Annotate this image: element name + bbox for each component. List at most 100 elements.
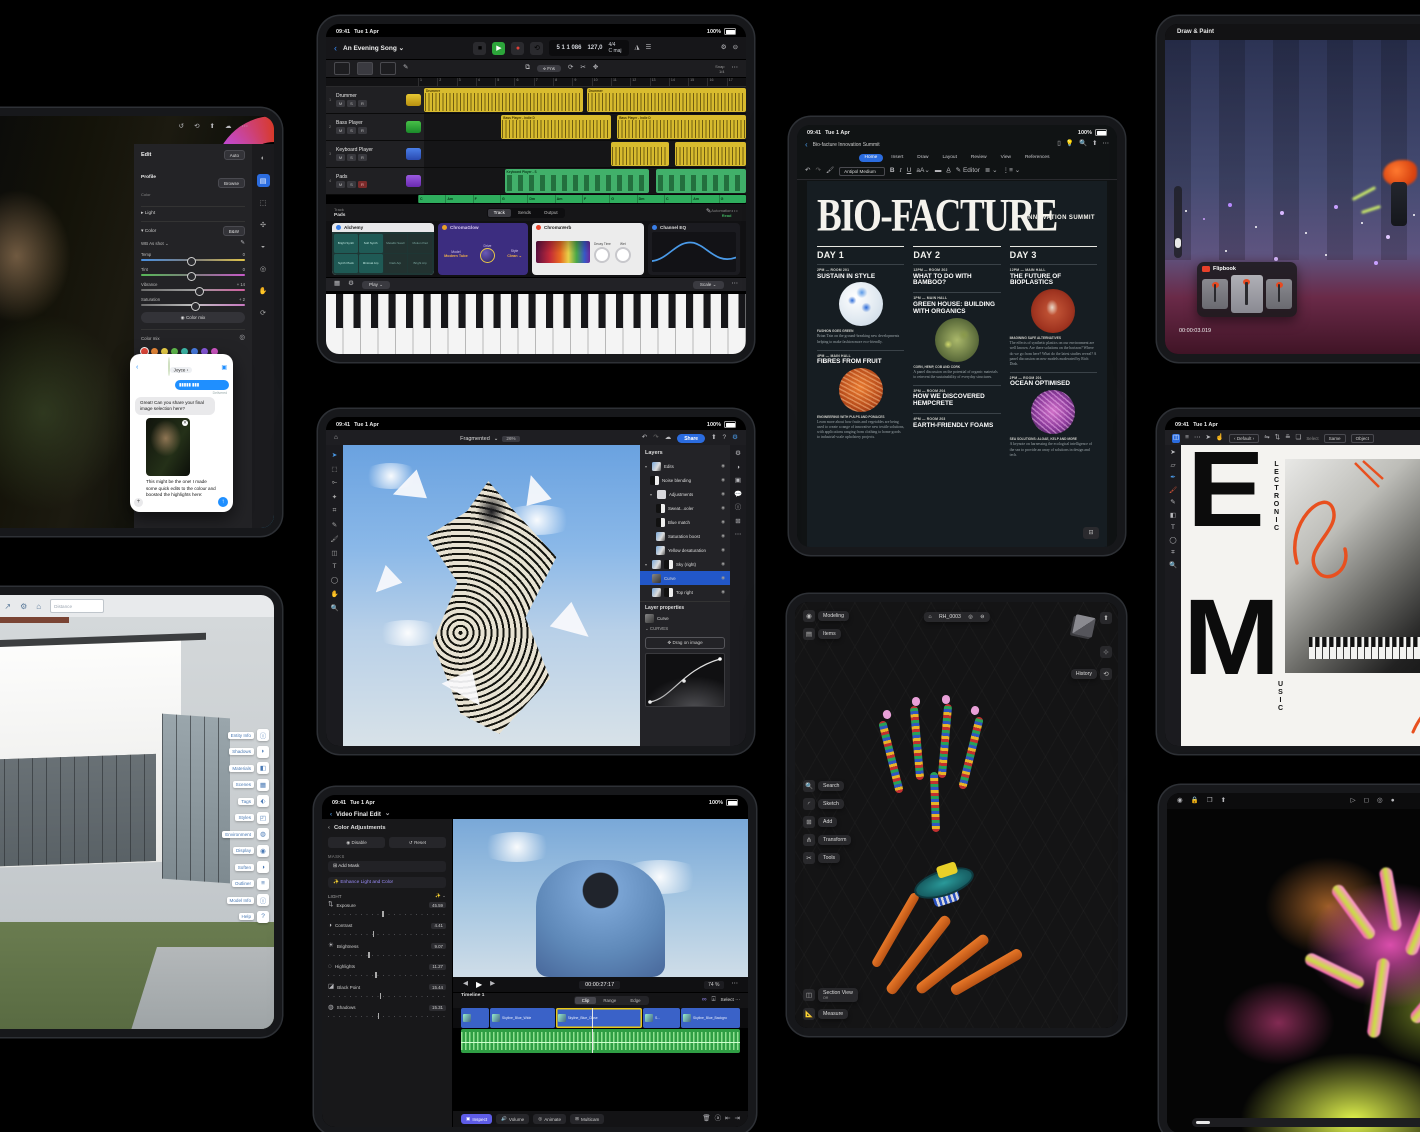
drag-on-image-button[interactable]: ✥ Drag on image [645, 637, 725, 649]
tags-button[interactable]: Tags⬖ [238, 795, 269, 807]
back-icon[interactable]: ‹ [328, 825, 330, 831]
camera-icon[interactable]: ⌻ [712, 997, 716, 1004]
piano-black-keys[interactable] [336, 294, 746, 328]
document-title[interactable]: Fragmented ⌄ 26% [460, 436, 519, 442]
search-icon[interactable]: 🔍 [1079, 141, 1087, 148]
exposure-slider[interactable]: ⇅Exposure 45.59 [328, 902, 446, 917]
redo-icon[interactable]: ↷ [653, 435, 658, 442]
bold-icon[interactable]: B [890, 168, 895, 175]
export-icon[interactable]: ⬆ [711, 435, 716, 442]
plugin-alchemy[interactable]: Alchemy Bright Synth Soft Synth Metallic… [332, 223, 434, 275]
disable-button[interactable]: ◉ Disable [328, 837, 385, 848]
track-row-drummer[interactable]: 1 Drummer MSR Drummer Drummer [326, 87, 746, 114]
color-mix-row[interactable]: Color mix [141, 336, 160, 341]
tools-tool[interactable]: ✂Tools [803, 852, 840, 864]
frame-tool-icon[interactable]: ▱ [1171, 463, 1176, 470]
scenes-button[interactable]: Scenes▦ [233, 779, 269, 791]
eraser-tool-icon[interactable]: ◫ [331, 549, 337, 557]
lock-icon[interactable]: 🔒 [1191, 798, 1199, 805]
share-icon[interactable]: ⬆ [1221, 798, 1226, 805]
cloud-icon[interactable]: ☁ [225, 124, 232, 131]
more-icon[interactable]: ⋯ [732, 981, 739, 988]
hand-icon[interactable]: ✋ [257, 284, 270, 297]
automation-state[interactable]: AutomationRead [711, 208, 731, 218]
shape-tool-icon[interactable]: ◯ [331, 576, 338, 584]
highlights-slider[interactable]: ◌Highlights 11.27 [328, 964, 446, 979]
boolean-icon[interactable]: ❏ [1296, 435, 1302, 442]
layer-row[interactable]: Blue match◉ [640, 515, 730, 529]
wand-tool-icon[interactable]: ✦ [332, 493, 337, 501]
comments-icon[interactable]: 💬 [734, 492, 742, 499]
crop-tool-icon[interactable]: ⌗ [333, 507, 337, 515]
photoshop-canvas[interactable] [343, 445, 640, 746]
flip-v-icon[interactable]: ⇅ [1275, 435, 1280, 442]
play-icon[interactable]: ▷ [1351, 798, 1356, 805]
inspect-button[interactable]: ▣ Inspect [461, 1114, 492, 1124]
search-tool[interactable]: 🔍Search [803, 780, 844, 792]
browse-button[interactable]: Browse [218, 178, 245, 188]
add-tool[interactable]: ⊞Add [803, 816, 837, 828]
properties-icon[interactable]: ⚙ [735, 451, 741, 458]
color-section[interactable]: ▾ Color [141, 229, 156, 234]
outliner-button[interactable]: Outliner≡ [232, 878, 269, 890]
brightness-slider[interactable]: ☀Brightness 9.07 [328, 943, 446, 958]
timeline-ruler[interactable]: 123 456 789 101112 131415 1617 [326, 78, 746, 87]
environment-button[interactable]: Environment◍ [222, 828, 269, 840]
layer-row[interactable]: ▾Edits◉ [640, 459, 730, 473]
crop-icon[interactable]: ⬚ [257, 196, 270, 209]
brush-tool-icon[interactable]: 🖌 [1169, 488, 1177, 495]
target-icon[interactable]: ◎ [239, 335, 245, 342]
help-icon[interactable]: ? [723, 435, 727, 442]
contact-name[interactable]: Joyce › [170, 367, 193, 373]
document-title[interactable]: Bio-facture Innovation Summit [813, 142, 880, 148]
move-tool-icon[interactable]: ➤ [332, 451, 337, 459]
layer-row[interactable]: Yellow desaturation◉ [640, 543, 730, 557]
add-mask-button[interactable]: ⊞ Add Mask [328, 861, 446, 872]
measure-tool[interactable]: 📐Measure [803, 1008, 848, 1020]
more-icon[interactable]: ⋯ [1103, 141, 1110, 148]
cloud-icon[interactable]: ☁ [665, 435, 672, 442]
insert-left-icon[interactable]: ⇤ [725, 1116, 730, 1123]
export-icon[interactable]: ↗ [4, 602, 11, 611]
split-icon[interactable]: ✂ [580, 65, 585, 72]
lens-icon[interactable]: ◎ [257, 262, 270, 275]
send-icon[interactable]: ↑ [218, 497, 228, 507]
render-viewport[interactable] [1167, 809, 1420, 1132]
record-icon[interactable]: ◉ [1177, 798, 1183, 805]
browser-view-icon[interactable] [380, 62, 396, 75]
mask-icon[interactable]: ▣ [735, 478, 741, 485]
color-mix-button[interactable]: ◉ Color mix [141, 312, 245, 323]
more-icon[interactable]: ⋯ [732, 65, 739, 72]
layers-icon[interactable]: ❐ [1207, 798, 1213, 805]
text-size-icon[interactable]: aA⌄ [916, 168, 929, 175]
document-switcher[interactable]: ⌂ RH_0003 ◎ ⊖ [923, 612, 989, 622]
more-icon[interactable]: ⋯ [242, 124, 249, 131]
eyedropper-tool-icon[interactable]: ✎ [332, 521, 337, 529]
settings-icon[interactable]: ⚙ [732, 435, 738, 442]
share-icon[interactable]: ⬆ [210, 124, 215, 131]
loop-icon[interactable]: ∞ [702, 997, 707, 1004]
brush-size-slider[interactable] [1174, 186, 1182, 258]
sketch-tool[interactable]: ◜Sketch [803, 798, 844, 810]
photo-attachment[interactable]: ✕ [146, 418, 190, 476]
presets-icon[interactable]: ◐ [257, 152, 270, 165]
clip[interactable]: S... [643, 1008, 680, 1028]
edit-mode-segments[interactable]: ClipRangeEdge [574, 996, 649, 1005]
surface-select[interactable]: Play ⌄ [362, 281, 390, 289]
metronome-icon[interactable]: ◮ [635, 45, 640, 52]
move-tool-icon[interactable]: ➤ [1170, 450, 1175, 457]
align-icon[interactable]: ≞ [1285, 435, 1290, 442]
layer-row[interactable]: Sweat...ooler◉ [640, 501, 730, 515]
marquee-tool-icon[interactable]: ⬚ [331, 465, 337, 473]
flipbook-frame[interactable] [1202, 279, 1228, 309]
node-tool-icon[interactable]: ☝ [1216, 435, 1224, 442]
plugin-channel-eq[interactable]: Channel EQ [648, 223, 740, 275]
octave-icon[interactable]: ⋯ [732, 281, 739, 288]
video-preview[interactable] [453, 819, 748, 977]
undo-icon[interactable]: ↶ [805, 168, 810, 175]
history-icon[interactable]: ⟲ [194, 124, 199, 131]
poster-canvas[interactable]: E M LECTRONIC USIC AW SO [1181, 445, 1420, 746]
plugin-chromaglow[interactable]: ChromaGlow ModelModern Tube Drive StyleC… [438, 223, 528, 275]
light-section[interactable]: LIGHT✨ ⌄ [328, 893, 446, 899]
plugin-chromaverb[interactable]: ChromaVerb Decay Time Wet [532, 223, 644, 275]
